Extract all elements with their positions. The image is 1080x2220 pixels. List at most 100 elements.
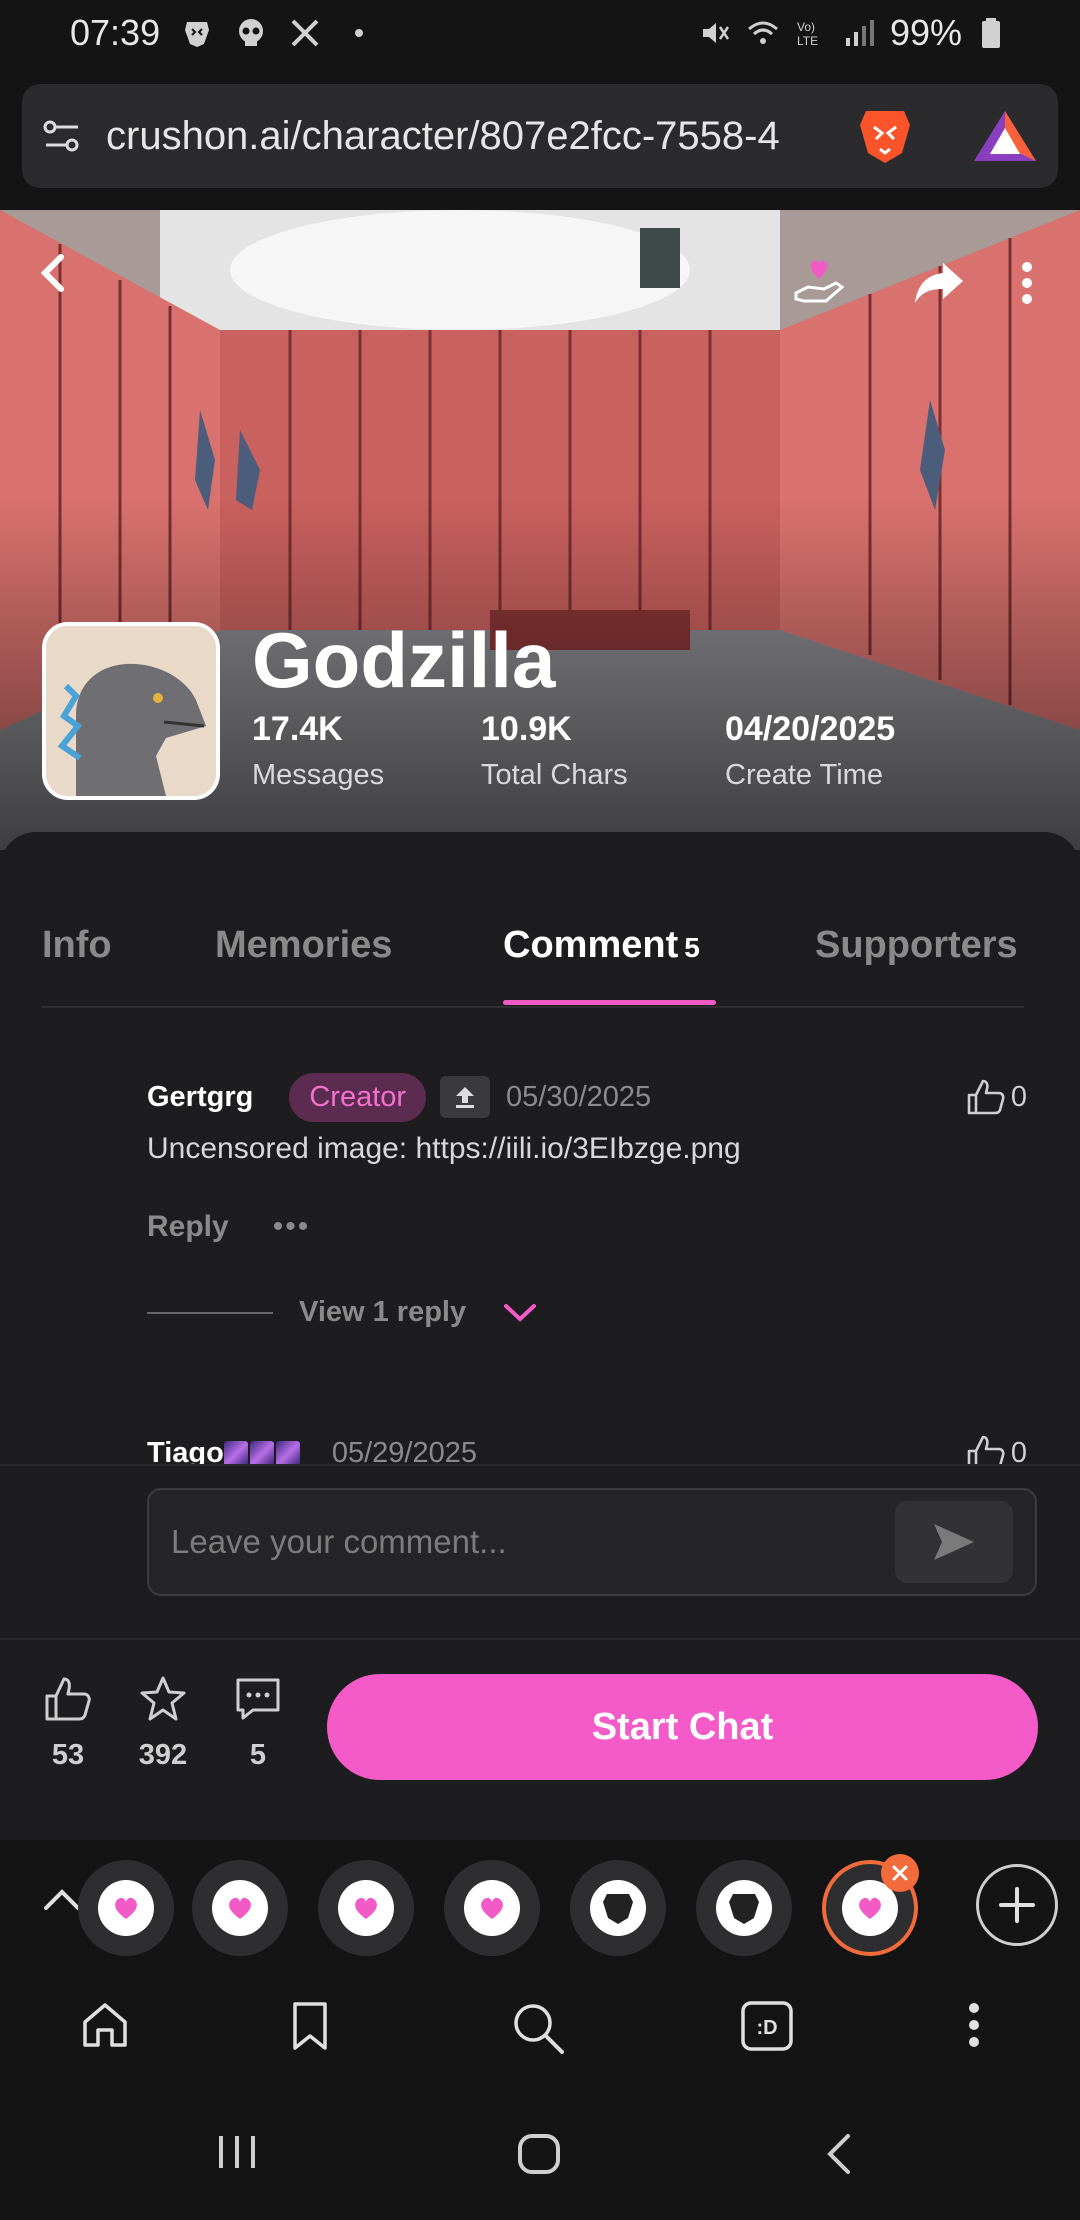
kebab-menu-icon	[969, 2003, 979, 2047]
stat-messages: 17.4K Messages	[252, 710, 384, 792]
start-chat-button[interactable]: Start Chat	[327, 1674, 1038, 1780]
tab-info[interactable]: Info	[42, 924, 112, 967]
share-arrow-icon	[915, 263, 963, 303]
stat-label: Create Time	[725, 759, 883, 791]
stat-label: Total Chars	[481, 759, 628, 791]
browser-tab[interactable]	[444, 1860, 540, 1956]
comment-composer	[0, 1464, 1080, 1640]
browser-menu-button[interactable]	[962, 2000, 986, 2055]
svg-text::D: :D	[756, 2017, 777, 2039]
stat-total-chars: 10.9K Total Chars	[481, 710, 628, 792]
comment-like-button[interactable]: 0	[965, 1433, 1027, 1464]
content-panel: Info Memories Comment 5 Supporters Gertgr…	[0, 832, 1080, 1640]
stat-label: Messages	[252, 759, 385, 791]
home-button[interactable]	[80, 2000, 130, 2055]
comment-item: Tiago 05/29/2025 0	[147, 1428, 1027, 1464]
system-back-button[interactable]	[820, 2132, 860, 2181]
comment-item: Gertgrg Creator 05/30/2025 0 Uncensored …	[147, 1072, 1027, 1329]
favorite-count: 392	[138, 1739, 188, 1771]
send-icon	[934, 1524, 974, 1560]
kebab-menu-icon	[1022, 262, 1032, 304]
tab-supporters[interactable]: Supporters	[815, 924, 1018, 967]
comment-like-button[interactable]: 0	[965, 1077, 1027, 1117]
back-button[interactable]	[28, 248, 78, 298]
recent-apps-button[interactable]	[215, 2132, 259, 2177]
home-system-button[interactable]	[516, 2132, 562, 2181]
share-button[interactable]	[910, 254, 968, 312]
sparkle-emoji	[223, 1440, 248, 1464]
battery-percent: 99%	[889, 12, 962, 53]
crushon-tab-icon	[338, 1880, 394, 1936]
comment-date: 05/29/2025	[331, 1436, 477, 1465]
star-icon	[140, 1676, 186, 1721]
like-button[interactable]: 53	[28, 1674, 108, 1772]
comment-username[interactable]: Gertgrg	[147, 1081, 253, 1114]
signal-icon	[845, 20, 874, 46]
home-icon	[83, 2003, 127, 2047]
thumbs-up-icon	[967, 1435, 1005, 1464]
send-comment-button[interactable]	[895, 1501, 1013, 1583]
comment-username-text: Tiago	[147, 1436, 224, 1465]
dot-icon	[355, 29, 364, 37]
brave-tab-icon	[716, 1880, 772, 1936]
browser-tab[interactable]	[192, 1860, 288, 1956]
tabs-counter-icon: :D	[741, 2001, 793, 2051]
close-tab-button[interactable]	[881, 1854, 919, 1892]
creator-badge: Creator	[289, 1072, 427, 1122]
address-bar[interactable]: crushon.ai/character/807e2fcc-7558-4	[22, 84, 1058, 188]
skull-icon	[239, 19, 264, 46]
character-name: Godzilla	[252, 616, 556, 704]
like-count: 53	[51, 1739, 85, 1771]
comment-input[interactable]	[171, 1523, 871, 1561]
crushon-tab-icon	[464, 1880, 520, 1936]
character-action-bar: 53 392 5 Start Chat	[0, 1638, 1080, 1840]
comment-input-box	[147, 1488, 1037, 1596]
support-button[interactable]	[790, 254, 848, 312]
pin-button[interactable]	[440, 1076, 491, 1118]
comment-count: 5	[249, 1739, 267, 1771]
tab-comment-label: Comment	[503, 924, 679, 966]
battery-icon	[982, 18, 1000, 48]
volte-icon: Vo)LTE	[797, 20, 818, 48]
divider-line	[147, 1311, 273, 1314]
system-navigation	[0, 2096, 1080, 2220]
tab-comment[interactable]: Comment 5	[503, 924, 700, 967]
tab-bar: Info Memories Comment 5 Supporters	[42, 832, 1024, 1008]
browser-tab[interactable]	[318, 1860, 414, 1956]
search-button[interactable]	[510, 2000, 566, 2061]
brave-notification-icon	[185, 22, 210, 47]
comment-username[interactable]: Tiago	[147, 1436, 302, 1465]
brave-rewards-icon[interactable]	[970, 106, 1040, 166]
comment-bubble-icon	[236, 1678, 280, 1720]
reply-button[interactable]: Reply	[147, 1210, 229, 1244]
site-settings-icon[interactable]	[40, 114, 84, 158]
comment-like-count: 0	[1010, 1436, 1027, 1465]
brave-shields-icon[interactable]	[856, 105, 914, 167]
browser-tab[interactable]	[696, 1860, 792, 1956]
status-bar: 07:39 Vo) LTE 99%	[0, 0, 1080, 66]
comments-scroll-area[interactable]: Info Memories Comment 5 Supporters Gertgr…	[0, 832, 1080, 1464]
view-replies-toggle[interactable]: View 1 reply	[147, 1296, 1027, 1329]
browser-navigation: :D	[0, 1970, 1080, 2096]
brave-tab-icon	[590, 1880, 646, 1936]
bookmark-icon	[293, 2002, 327, 2050]
url-text[interactable]: crushon.ai/character/807e2fcc-7558-4	[106, 114, 846, 159]
tabs-button[interactable]: :D	[740, 2000, 794, 2057]
view-replies-label: View 1 reply	[299, 1296, 467, 1328]
comments-button[interactable]: 5	[218, 1674, 298, 1772]
browser-tab[interactable]	[570, 1860, 666, 1956]
character-avatar[interactable]	[42, 622, 220, 800]
svg-text:Vo): Vo)	[797, 20, 815, 34]
tab-memories[interactable]: Memories	[215, 924, 392, 967]
tab-comment-count: 5	[684, 932, 700, 963]
browser-tab[interactable]	[78, 1860, 174, 1956]
more-options-button[interactable]	[1010, 254, 1044, 312]
stat-create-time: 04/20/2025 Create Time	[725, 710, 895, 792]
active-tab-indicator	[503, 1000, 716, 1005]
new-tab-button[interactable]	[976, 1864, 1058, 1946]
favorite-button[interactable]: 392	[123, 1674, 203, 1772]
plus-icon	[999, 1887, 1035, 1923]
close-icon	[892, 1865, 908, 1881]
comment-more-button[interactable]: •••	[273, 1210, 311, 1244]
bookmarks-button[interactable]	[290, 2000, 330, 2057]
